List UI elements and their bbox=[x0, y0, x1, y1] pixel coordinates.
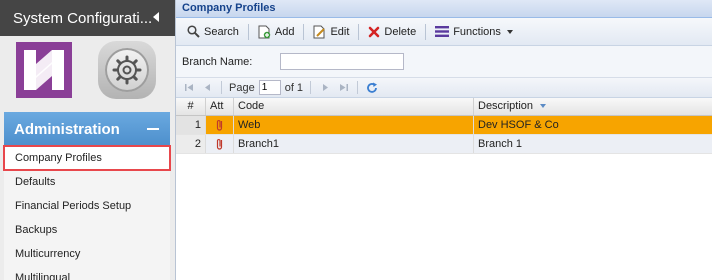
menu-item-multicurrency[interactable]: Multicurrency bbox=[4, 242, 170, 266]
table-row[interactable]: 1 Web Dev HSOF & Co bbox=[176, 116, 712, 135]
filter-row: Branch Name: bbox=[176, 46, 712, 78]
toolbar-separator bbox=[358, 23, 360, 40]
pagination-toolbar: Page of 1 bbox=[176, 78, 712, 98]
delete-icon bbox=[369, 26, 380, 37]
search-button[interactable]: Search bbox=[182, 21, 244, 43]
page-label: Page bbox=[229, 81, 255, 94]
menu-item-backups[interactable]: Backups bbox=[4, 218, 170, 242]
toolbar-separator bbox=[247, 23, 249, 40]
column-header-description-label: Description bbox=[478, 100, 534, 112]
functions-list-icon bbox=[435, 26, 450, 37]
menu-item-multilingual[interactable]: Multilingual bbox=[4, 266, 170, 280]
add-button[interactable]: Add bbox=[253, 21, 300, 43]
administration-label: Administration bbox=[14, 120, 120, 138]
row-number: 2 bbox=[176, 135, 206, 153]
panel-title: Company Profiles bbox=[176, 0, 712, 18]
edit-button-label: Edit bbox=[330, 25, 350, 38]
menu-item-company-profiles[interactable]: Company Profiles bbox=[3, 145, 171, 171]
table-row[interactable]: 2 Branch1 Branch 1 bbox=[176, 135, 712, 154]
pager-separator bbox=[310, 81, 312, 94]
settings-gear-icon[interactable] bbox=[98, 41, 156, 99]
functions-button-label: Functions bbox=[453, 25, 501, 38]
row-description: Branch 1 bbox=[478, 138, 523, 150]
collapse-sidebar-icon[interactable] bbox=[153, 12, 159, 22]
edit-document-icon bbox=[313, 25, 326, 38]
branch-name-label: Branch Name: bbox=[182, 55, 253, 68]
toolbar: Search Add Edit Delete Functions bbox=[176, 18, 712, 46]
branch-name-input[interactable] bbox=[280, 53, 404, 70]
row-number: 1 bbox=[176, 116, 206, 134]
next-page-icon[interactable] bbox=[318, 81, 332, 95]
sidebar: System Configurati... Administration Com… bbox=[0, 0, 176, 280]
main-panel: Company Profiles Search Add Edit Delete … bbox=[176, 0, 712, 280]
add-button-label: Add bbox=[274, 25, 295, 38]
logo-area bbox=[0, 36, 175, 110]
column-header-code[interactable]: Code bbox=[234, 98, 474, 115]
toolbar-separator bbox=[303, 23, 305, 40]
sidebar-title: System Configurati... bbox=[13, 9, 153, 27]
grid-header: # Att Code Description bbox=[176, 98, 712, 116]
add-document-icon bbox=[258, 25, 271, 38]
menu-item-defaults[interactable]: Defaults bbox=[4, 170, 170, 194]
first-page-icon[interactable] bbox=[182, 81, 196, 95]
functions-menu-button[interactable]: Functions bbox=[430, 21, 518, 43]
column-header-attachment[interactable]: Att bbox=[206, 98, 234, 115]
administration-menu: Company Profiles Defaults Financial Peri… bbox=[3, 145, 171, 280]
collapse-section-icon[interactable] bbox=[147, 128, 159, 130]
pager-separator bbox=[221, 81, 222, 94]
row-code: Web bbox=[234, 116, 474, 134]
attachment-paperclip-icon[interactable] bbox=[206, 135, 234, 153]
row-description: Dev HSOF & Co bbox=[478, 119, 559, 131]
pager-separator bbox=[357, 81, 359, 94]
sort-descending-icon bbox=[540, 104, 547, 109]
row-code: Branch1 bbox=[234, 135, 474, 153]
search-button-label: Search bbox=[204, 25, 239, 38]
edit-button[interactable]: Edit bbox=[308, 21, 354, 43]
delete-button[interactable]: Delete bbox=[363, 21, 421, 43]
column-header-description[interactable]: Description bbox=[474, 98, 712, 115]
page-count-label: of 1 bbox=[284, 81, 304, 94]
dropdown-arrow-icon bbox=[506, 29, 513, 34]
app-logo-icon[interactable] bbox=[16, 42, 72, 98]
last-page-icon[interactable] bbox=[336, 81, 350, 95]
refresh-icon[interactable] bbox=[365, 81, 379, 95]
administration-section-header[interactable]: Administration bbox=[4, 112, 170, 146]
menu-item-financial-periods-setup[interactable]: Financial Periods Setup bbox=[4, 194, 170, 218]
attachment-paperclip-icon[interactable] bbox=[206, 116, 234, 134]
sidebar-header: System Configurati... bbox=[0, 0, 175, 36]
search-icon bbox=[187, 25, 200, 38]
column-header-number[interactable]: # bbox=[176, 98, 206, 115]
toolbar-separator bbox=[425, 23, 427, 40]
delete-button-label: Delete bbox=[384, 25, 417, 38]
page-number-input[interactable] bbox=[258, 80, 281, 95]
previous-page-icon[interactable] bbox=[200, 81, 214, 95]
